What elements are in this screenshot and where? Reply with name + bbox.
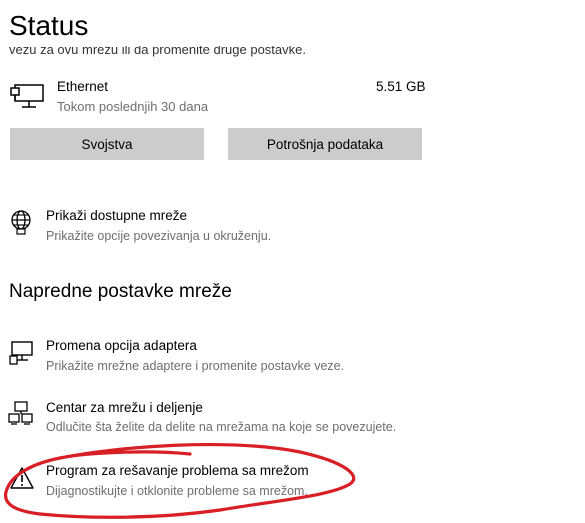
usage-period: Tokom poslednjih 30 dana (57, 99, 209, 114)
adapter-icon (9, 341, 33, 365)
show-networks-title: Prikaži dostupne mreže (46, 208, 188, 223)
troubleshooter-title: Program za rešavanje problema sa mrežom (46, 463, 309, 478)
network-sharing-center-link[interactable]: Centar za mrežu i deljenje Odlučite šta … (0, 396, 440, 440)
globe-icon (11, 210, 31, 235)
clipped-description-text: vezu za ovu mrežu ili da promenite druge… (9, 46, 306, 57)
page-title: Status (9, 10, 89, 41)
network-troubleshooter-link[interactable]: Program za rešavanje problema sa mrežom … (0, 459, 440, 503)
show-networks-link[interactable]: Prikaži dostupne mreže Prikažite opcije … (0, 204, 440, 248)
sharing-center-title: Centar za mrežu i deljenje (46, 400, 203, 415)
change-adapter-subtitle: Prikažite mrežne adaptere i promenite po… (46, 359, 345, 373)
sharing-center-icon (8, 401, 33, 425)
data-usage-button[interactable]: Potrošnja podataka (228, 128, 422, 160)
ethernet-icon (10, 84, 44, 108)
warning-icon (10, 467, 34, 489)
network-name: Ethernet (57, 79, 109, 94)
data-usage-value: 5.51 GB (376, 79, 426, 94)
show-networks-subtitle: Prikažite opcije povezivanja u okruženju… (46, 229, 272, 243)
properties-button[interactable]: Svojstva (10, 128, 204, 160)
troubleshooter-subtitle: Dijagnostikujte i otklonite probleme sa … (46, 484, 308, 498)
change-adapter-title: Promena opcija adaptera (46, 338, 197, 353)
clipped-description: vezu za ovu mrežu ili da promenite druge… (0, 46, 585, 58)
sharing-center-subtitle: Odlučite šta želite da delite na mrežama… (46, 420, 397, 434)
bottom-link-partial[interactable] (10, 514, 210, 523)
change-adapter-options-link[interactable]: Promena opcija adaptera Prikažite mrežne… (0, 334, 440, 378)
advanced-settings-heading: Napredne postavke mreže (9, 281, 232, 302)
